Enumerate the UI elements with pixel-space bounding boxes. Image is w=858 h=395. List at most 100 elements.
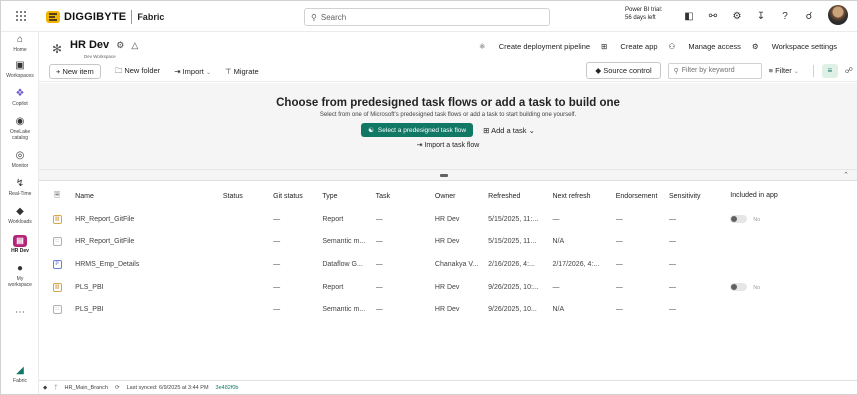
- cell-status: [223, 208, 273, 231]
- nav-fabric[interactable]: ◢ Fabric: [1, 365, 39, 384]
- nav-workloads[interactable]: ◆ Workloads: [1, 206, 39, 225]
- download-icon[interactable]: ↧: [749, 8, 773, 24]
- cell-refreshed: 5/15/2025, 11:...: [488, 215, 539, 223]
- cell-endorsement: —: [615, 260, 623, 268]
- col-included-in-app[interactable]: Included in app: [730, 184, 857, 208]
- notifications-icon[interactable]: ⚯: [701, 8, 725, 24]
- manage-access-button[interactable]: ⚇ Manage access: [669, 42, 741, 51]
- nav-monitor[interactable]: ◎ Monitor: [1, 150, 39, 169]
- col-status[interactable]: Status: [223, 184, 273, 208]
- button-label: Import a task flow: [424, 142, 480, 149]
- nav-hr-dev[interactable]: ▤ HR Dev: [1, 235, 39, 254]
- import-button[interactable]: ⇥ Import ⌄: [174, 67, 211, 76]
- col-task[interactable]: Task: [376, 184, 435, 208]
- select-task-flow-button[interactable]: ☯ Select a predesigned task flow: [361, 123, 474, 137]
- button-label: Migrate: [233, 67, 259, 76]
- nav-onelake[interactable]: ◉ OneLake catalog: [1, 116, 39, 141]
- nav-home[interactable]: ⌂ Home: [1, 34, 39, 53]
- cell-endorsement: —: [615, 283, 623, 291]
- cell-status: [223, 276, 273, 299]
- filter-button[interactable]: ≡ Filter ⌄: [769, 66, 799, 75]
- col-sensitivity[interactable]: Sensitivity: [669, 184, 730, 208]
- table-row[interactable]: ∷ HR_Report_GitFile — Semantic m... — HR Dev 5…: [39, 231, 857, 254]
- table-row[interactable]: ∷ PLS_PBI — Semantic m... — HR Dev 9/26/2025, …: [39, 298, 857, 321]
- col-endorsement[interactable]: Endorsement: [616, 184, 669, 208]
- list-view-icon[interactable]: ≡: [821, 63, 838, 78]
- git-diamond-icon: ◆: [43, 384, 48, 391]
- realtime-icon: ↯: [15, 178, 25, 189]
- branch-name[interactable]: HR_Main_Branch: [65, 385, 108, 391]
- nav-copilot[interactable]: ❖ Copilot: [1, 88, 39, 107]
- include-in-app-toggle[interactable]: [730, 283, 748, 292]
- search-icon: ⚲: [673, 67, 679, 75]
- cell-name[interactable]: PLS_PBI: [75, 276, 223, 299]
- semantic-icon: ∷: [52, 237, 62, 247]
- workspace-settings-button[interactable]: ⚙ Workspace settings: [752, 42, 837, 51]
- brand[interactable]: DIGGIBYTE Fabric: [45, 7, 164, 27]
- last-synced: Last synced: 6/9/2025 at 3:44 PM: [126, 384, 209, 391]
- table-row[interactable]: ▥ HR_Report_GitFile — Report — HR Dev 5/15/202…: [39, 208, 857, 231]
- nav-more-icon[interactable]: ⋯: [1, 307, 39, 318]
- col-owner[interactable]: Owner: [435, 184, 488, 208]
- col-refreshed[interactable]: Refreshed: [488, 184, 552, 208]
- drag-handle[interactable]: [440, 174, 448, 177]
- table-row[interactable]: ℙ HRMS_Emp_Details — Dataflow G... — Chanakya…: [39, 253, 857, 276]
- nav-label: Monitor: [11, 163, 29, 169]
- cell-refreshed: 2/16/2026, 4:...: [488, 260, 535, 268]
- new-folder-button[interactable]: 🗀 New folder: [115, 65, 160, 78]
- create-deployment-pipeline-button[interactable]: ⚛ Create deployment pipeline: [479, 42, 590, 51]
- table-row[interactable]: ▥ PLS_PBI — Report — HR Dev 9/26/2025, 10:... —…: [39, 276, 857, 299]
- avatar[interactable]: [828, 5, 848, 25]
- include-in-app-toggle[interactable]: [730, 215, 748, 224]
- workspace-alert-icon[interactable]: △: [131, 40, 138, 50]
- add-task-button[interactable]: ⊞ Add a task ⌄: [483, 126, 535, 135]
- cell-type: Dataflow G...: [322, 260, 363, 268]
- cell-status: [223, 298, 273, 321]
- copilot-icon: ❖: [15, 88, 25, 99]
- col-next-refresh[interactable]: Next refresh: [552, 184, 615, 208]
- migrate-button[interactable]: ⊤ Migrate: [225, 67, 259, 76]
- filter-icon: ≡: [768, 66, 773, 75]
- cell-owner: HR Dev: [434, 306, 460, 314]
- app-frame: DIGGIBYTE Fabric ⚲ Search Power BI trial…: [0, 0, 858, 395]
- add-box-icon: ⊞: [483, 125, 490, 135]
- nav-label: Workspaces: [6, 73, 34, 79]
- cell-name[interactable]: HR_Report_GitFile: [75, 231, 223, 254]
- settings-icon[interactable]: ⚙: [725, 8, 749, 24]
- trial-status[interactable]: Power BI trial: 56 days left: [625, 6, 662, 22]
- help-icon[interactable]: ?: [773, 8, 797, 24]
- nav-realtime[interactable]: ↯ Real-Time: [1, 178, 39, 197]
- nav-workspaces[interactable]: ▣ Workspaces: [1, 60, 39, 79]
- cell-endorsement: —: [615, 238, 623, 246]
- button-label: Workspace settings: [771, 42, 837, 51]
- share-icon[interactable]: ☌: [797, 8, 821, 24]
- collapse-chevron-icon[interactable]: ⌃: [843, 171, 849, 179]
- lineage-view-icon[interactable]: ☍: [845, 66, 853, 75]
- cell-git-status: —: [273, 306, 281, 314]
- col-type[interactable]: Type: [322, 184, 375, 208]
- new-item-button[interactable]: + New item: [49, 64, 101, 79]
- trial-panel-icon[interactable]: ◧: [677, 8, 701, 24]
- cell-name[interactable]: HR_Report_GitFile: [75, 208, 223, 231]
- workspace-hrdev-icon: ▤: [13, 235, 27, 247]
- workspace-settings-shortcut-icon[interactable]: ⚙: [116, 40, 124, 50]
- search-input[interactable]: ⚲ Search: [304, 8, 550, 26]
- cell-next-refresh: —: [552, 215, 560, 223]
- col-name[interactable]: Name: [75, 184, 223, 208]
- app-launcher-icon[interactable]: [15, 10, 27, 22]
- import-task-flow-button[interactable]: ⇥ Import a task flow: [39, 141, 857, 149]
- panel-splitter[interactable]: ⌃: [39, 170, 857, 181]
- cell-name[interactable]: HRMS_Emp_Details: [75, 253, 223, 276]
- create-app-button[interactable]: ⊞ Create app: [601, 42, 657, 51]
- source-control-button[interactable]: ◆ Source control: [586, 62, 661, 79]
- sync-icon: ⟳: [114, 384, 120, 391]
- cell-type: Report: [322, 283, 344, 291]
- col-git-status[interactable]: Git status: [273, 184, 322, 208]
- commit-hash[interactable]: 3e482f0b: [216, 385, 239, 391]
- chevron-down-icon: ⌄: [205, 70, 211, 76]
- nav-my-workspace[interactable]: ● My workspace: [1, 263, 39, 288]
- filter-input[interactable]: ⚲ Filter by keyword: [667, 62, 762, 79]
- cell-next-refresh: N/A: [552, 238, 565, 246]
- cell-name[interactable]: PLS_PBI: [75, 298, 223, 321]
- task-flow-subtitle: Select from one of Microsoft's predesign…: [319, 112, 577, 118]
